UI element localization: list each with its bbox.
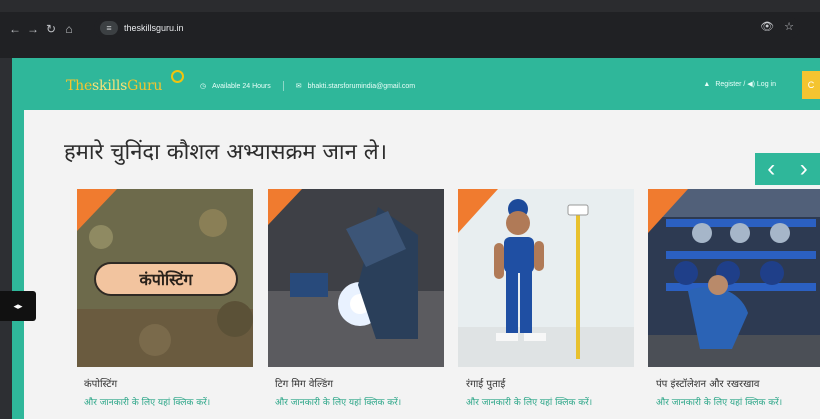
tab-strip: [0, 0, 820, 12]
course-more-link[interactable]: और जानकारी के लिए यहां क्लिक करें।: [275, 395, 401, 408]
next-arrow-icon[interactable]: ›: [800, 155, 808, 183]
contact-strip: ◷ Available 24 Hours ✉ bhakti.starsforum…: [200, 81, 415, 91]
eye-off-icon[interactable]: 👁: [760, 20, 774, 33]
welding-image: [268, 189, 444, 367]
omnibox-actions: 👁 ☆: [760, 20, 794, 33]
course-title: रंगाई पुताई: [466, 379, 506, 390]
back-icon[interactable]: ←: [6, 20, 24, 38]
site-topbar: TheskillsGuru ◷ Available 24 Hours ✉ bha…: [12, 62, 820, 108]
course-card-composting[interactable]: कंपोस्टिंग: [77, 189, 253, 367]
composting-badge: कंपोस्टिंग: [139, 270, 194, 289]
course-card-painting[interactable]: [458, 189, 634, 367]
course-more-link[interactable]: और जानकारी के लिए यहां क्लिक करें।: [84, 395, 210, 408]
carousel-arrows: ‹ ›: [755, 153, 820, 185]
site-logo[interactable]: TheskillsGuru: [66, 78, 162, 94]
auth-links: ▲ Register / ◀) Log in: [703, 80, 776, 89]
register-login-link[interactable]: Register / ◀) Log in: [715, 80, 776, 88]
painting-image: [458, 189, 634, 367]
bookmark-bar: [0, 44, 820, 58]
section-heading: हमारे चुनिंदा कौशल अभ्यासक्रम जान ले।: [64, 140, 388, 165]
mail-icon: ✉: [295, 83, 302, 90]
divider: [282, 81, 284, 91]
browser-chrome: ← → ↻ ⌂ ≡ theskillsguru.in 👁 ☆: [0, 0, 820, 58]
address-bar[interactable]: ≡ theskillsguru.in 👁 ☆: [94, 17, 800, 39]
url-text[interactable]: theskillsguru.in: [124, 23, 184, 33]
side-handle[interactable]: ◂▸: [0, 291, 36, 321]
courses-section: हमारे चुनिंदा कौशल अभ्यासक्रम जान ले। ‹ …: [24, 110, 820, 419]
home-icon[interactable]: ⌂: [60, 20, 78, 38]
user-icon: ▲: [703, 80, 711, 88]
course-more-link[interactable]: और जानकारी के लिए यहां क्लिक करें।: [656, 395, 782, 408]
composting-image: कंपोस्टिंग: [77, 189, 253, 367]
course-title: कंपोस्टिंग: [84, 379, 118, 390]
star-icon[interactable]: ☆: [784, 20, 794, 33]
email-text[interactable]: bhakti.starsforumindia@gmail.com: [308, 83, 415, 90]
logo-mark-icon: [171, 70, 184, 83]
forward-icon[interactable]: →: [24, 20, 42, 38]
pump-image: [648, 189, 820, 367]
prev-arrow-icon[interactable]: ‹: [767, 155, 775, 183]
course-card-welding[interactable]: [268, 189, 444, 367]
course-title: टिग मिग वेल्डिंग: [275, 379, 333, 390]
course-card-pump-installation[interactable]: [648, 189, 820, 367]
address-row: ← → ↻ ⌂ ≡ theskillsguru.in 👁 ☆: [0, 16, 820, 42]
site-info-icon[interactable]: ≡: [100, 21, 118, 35]
availability-text: Available 24 Hours: [212, 82, 271, 90]
webpage: TheskillsGuru ◷ Available 24 Hours ✉ bha…: [0, 58, 820, 419]
clock-icon: ◷: [200, 83, 207, 90]
cta-button[interactable]: C: [802, 71, 820, 99]
course-title: पंप इंस्टॉलेशन और रखरखाव: [656, 379, 760, 390]
reload-icon[interactable]: ↻: [42, 20, 60, 38]
course-more-link[interactable]: और जानकारी के लिए यहां क्लिक करें।: [466, 395, 592, 408]
expand-arrows-icon: ◂▸: [13, 301, 23, 311]
